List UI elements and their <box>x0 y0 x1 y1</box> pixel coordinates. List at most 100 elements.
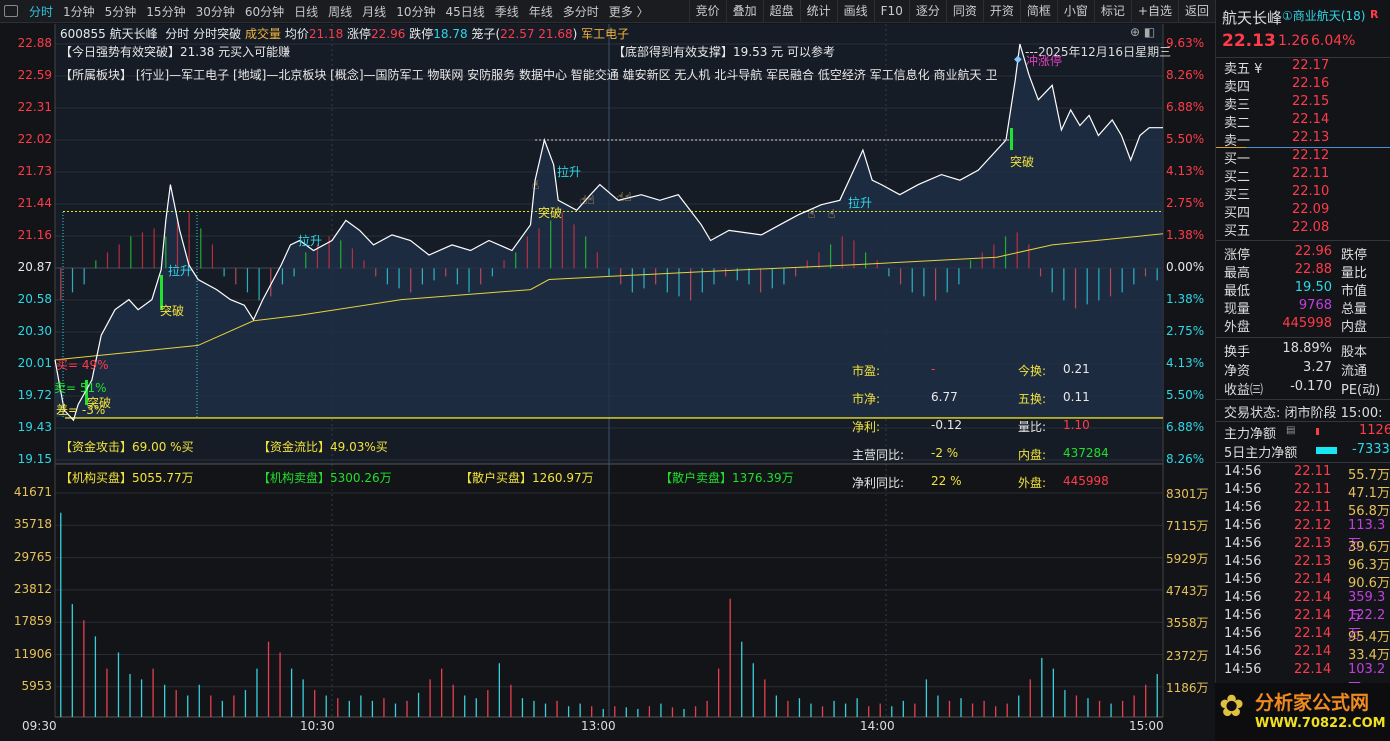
trade-row: 14:56 22.13 96.3万 <box>1224 554 1390 573</box>
price-tick: 22.31 <box>17 100 52 114</box>
stat-value: 22.96 <box>1294 244 1332 259</box>
volume-label[interactable]: 成交量 <box>245 27 281 41</box>
order-level: 买四 <box>1224 206 1251 221</box>
trade-price: 22.14 <box>1294 572 1332 587</box>
chart-corner-icons[interactable]: ⊕ ◧ <box>1130 25 1155 39</box>
hand-icon: ☝ <box>808 207 816 221</box>
trade-time: 14:56 <box>1224 500 1262 515</box>
trade-price: 22.14 <box>1294 662 1332 677</box>
pct-tick: 4.13% <box>1166 356 1205 370</box>
volume-tick: 35718 <box>13 517 52 532</box>
order-price: 22.13 <box>1292 130 1330 145</box>
pct-tick: 1.38% <box>1166 292 1205 306</box>
order-book-row[interactable]: 买五 22.08 <box>1224 220 1390 239</box>
fin-value: 0.11 <box>1063 390 1090 404</box>
stat-label: 市值 <box>1341 284 1368 299</box>
trade-volume: 55.7万 <box>1348 468 1390 483</box>
price-tick: 19.43 <box>17 420 52 434</box>
trade-price: 22.14 <box>1294 590 1332 605</box>
order-book-row[interactable]: 卖一 22.13 <box>1224 130 1390 149</box>
pull-up-label: 拉升 <box>298 234 323 248</box>
trade-row: 14:56 22.13 39.6万 <box>1224 536 1390 555</box>
price-tick: 21.16 <box>17 228 52 242</box>
stat-label: 净资 <box>1224 364 1251 379</box>
order-level: 买五 <box>1224 224 1251 239</box>
fin-value: -2 % <box>931 446 959 460</box>
site-logo: ✿ 分析家公式网 WWW.70822.COM <box>1215 683 1390 741</box>
trade-row: 14:56 22.12 113.3万 <box>1224 518 1390 552</box>
order-book-row[interactable]: 买二 22.11 <box>1224 166 1390 185</box>
sector-name[interactable]: 军工电子 <box>581 27 629 41</box>
trade-row: 14:5622.14103.2万 <box>1224 662 1390 696</box>
fin-label: 外盘: <box>1018 476 1047 490</box>
list-icon[interactable]: ▤ <box>1286 425 1295 436</box>
stat-label: 外盘 <box>1224 320 1251 335</box>
fin-label: 市净: <box>852 392 881 406</box>
cage-close: ) <box>572 27 578 41</box>
logo-url: WWW.70822.COM <box>1255 716 1386 731</box>
fin-label: 市盈: <box>852 364 881 378</box>
trade-price: 22.14 <box>1294 626 1332 641</box>
breakout-bar <box>1010 128 1013 150</box>
trade-price: 22.12 <box>1294 518 1332 533</box>
trade-row: 14:56 22.11 55.7万 <box>1224 464 1390 483</box>
order-book-row[interactable]: 买四 22.09 <box>1224 202 1390 221</box>
hand-icon: ☝ <box>828 207 836 221</box>
time-tick: 09:30 <box>22 719 57 733</box>
indicator-name[interactable]: 分时突破 <box>193 27 241 41</box>
stat-row: 最低 19.50 市值 <box>1224 280 1390 299</box>
trade-time: 14:56 <box>1224 626 1262 641</box>
time-tick: 14:00 <box>860 719 895 733</box>
trade-price: 22.13 <box>1294 536 1332 551</box>
main-net-value: 1126 <box>1359 423 1390 438</box>
pct-tick: 8.26% <box>1166 68 1205 82</box>
order-book-row[interactable]: 买三 22.10 <box>1224 184 1390 203</box>
limit-hit-label: 冲涨停 <box>1026 54 1063 68</box>
price-tick: 19.15 <box>17 452 52 466</box>
order-book-row[interactable]: 卖三 22.15 <box>1224 94 1390 113</box>
trade-volume: 47.1万 <box>1348 486 1390 501</box>
stat-label: PE(动) <box>1341 383 1381 398</box>
amount-tick: 2372万 <box>1166 648 1209 663</box>
fin-value: 437284 <box>1063 446 1109 460</box>
stock-code: 600855 <box>60 27 106 41</box>
trade-time: 14:56 <box>1224 536 1262 551</box>
stat-label: 最低 <box>1224 284 1251 299</box>
fin-label: 五换: <box>1018 392 1047 406</box>
order-level: 卖五 ¥ <box>1224 62 1263 77</box>
order-book-row[interactable]: 卖二 22.14 <box>1224 112 1390 131</box>
stat-value: -0.170 <box>1290 379 1332 394</box>
stat-label: 流通 <box>1341 364 1368 379</box>
trade-price: 22.11 <box>1294 464 1332 479</box>
order-book-row[interactable]: 卖五 ¥ 22.17 <box>1224 58 1390 77</box>
stat-row: 净资 3.27 流通 <box>1224 360 1390 379</box>
concept-link[interactable]: ①商业航天(18) <box>1282 7 1365 24</box>
net5-value: -7333 <box>1352 442 1390 457</box>
quote-panel: 航天长峰 ①商业航天(18) R 22.13 1.26 6.04% 卖五 ¥ 22… <box>1215 0 1390 741</box>
order-book-row[interactable]: 买一 22.12 <box>1224 148 1390 167</box>
hand-icon: ☝ <box>532 178 540 192</box>
order-level: 卖四 <box>1224 80 1251 95</box>
fin-label: 今换: <box>1018 364 1047 378</box>
hand-icon: ☝☝ <box>617 190 632 204</box>
stat-label: 量比 <box>1341 266 1368 281</box>
pct-tick: 8.26% <box>1166 452 1205 466</box>
trade-time: 14:56 <box>1224 662 1262 677</box>
order-book-row[interactable]: 卖四 22.16 <box>1224 76 1390 95</box>
r-badge: R <box>1370 8 1379 21</box>
order-price: 22.14 <box>1292 112 1330 127</box>
stat-row: 最高 22.88 量比 <box>1224 262 1390 281</box>
order-price: 22.16 <box>1292 76 1330 91</box>
fund-attack: 【资金攻击】69.00 %买 <box>60 440 194 454</box>
trade-price: 22.13 <box>1294 554 1332 569</box>
stat-label: 换手 <box>1224 345 1251 360</box>
trade-time: 14:56 <box>1224 590 1262 605</box>
price-tick: 19.72 <box>17 388 52 402</box>
limit-down-label: 跌停 <box>409 27 434 41</box>
stat-label: 跌停 <box>1341 248 1368 263</box>
volume-tick: 11906 <box>13 646 52 661</box>
pct-tick: 1.38% <box>1166 228 1205 242</box>
trade-time: 14:56 <box>1224 608 1262 623</box>
stat-value: 3.27 <box>1303 360 1332 375</box>
order-price: 22.17 <box>1292 58 1330 73</box>
